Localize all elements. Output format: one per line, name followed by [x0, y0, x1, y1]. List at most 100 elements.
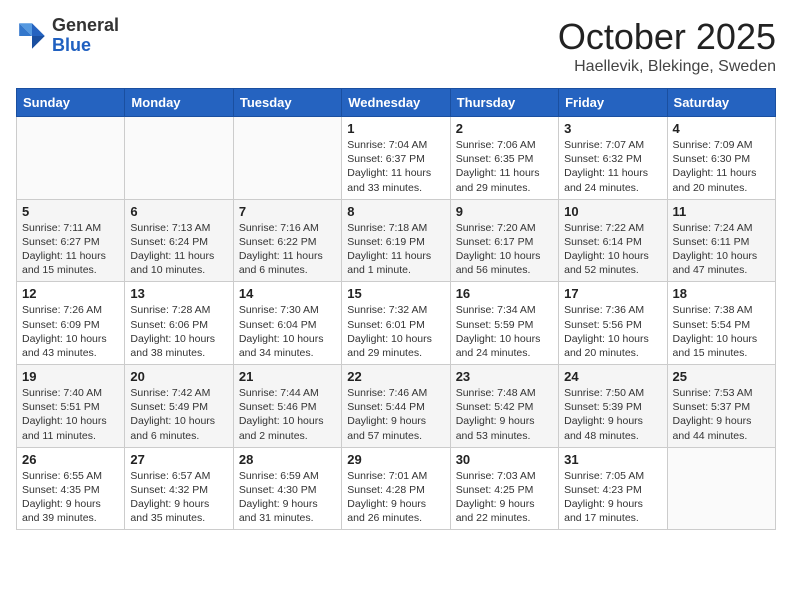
calendar-cell [17, 117, 125, 200]
cell-daylight-info: Sunrise: 7:06 AM Sunset: 6:35 PM Dayligh… [456, 138, 553, 195]
day-number: 31 [564, 452, 661, 467]
calendar-cell: 21Sunrise: 7:44 AM Sunset: 5:46 PM Dayli… [233, 365, 341, 448]
cell-daylight-info: Sunrise: 7:04 AM Sunset: 6:37 PM Dayligh… [347, 138, 444, 195]
day-number: 12 [22, 286, 119, 301]
cell-daylight-info: Sunrise: 7:13 AM Sunset: 6:24 PM Dayligh… [130, 221, 227, 278]
cell-daylight-info: Sunrise: 7:40 AM Sunset: 5:51 PM Dayligh… [22, 386, 119, 443]
calendar-cell: 3 Sunrise: 7:07 AM Sunset: 6:32 PM Daylig… [559, 117, 667, 200]
cell-daylight-info: Sunrise: 7:36 AM Sunset: 5:56 PM Dayligh… [564, 303, 661, 360]
day-number: 4 [673, 121, 770, 136]
day-number: 19 [22, 369, 119, 384]
cell-daylight-info: Sunrise: 7:03 AM Sunset: 4:25 PM Dayligh… [456, 469, 553, 526]
day-number: 25 [673, 369, 770, 384]
logo-blue-text: Blue [52, 36, 119, 56]
day-number: 15 [347, 286, 444, 301]
cell-daylight-info: Sunrise: 7:32 AM Sunset: 6:01 PM Dayligh… [347, 303, 444, 360]
calendar-cell: 28 Sunrise: 6:59 AM Sunset: 4:30 PM Dayli… [233, 447, 341, 530]
cell-daylight-info: Sunrise: 7:22 AM Sunset: 6:14 PM Dayligh… [564, 221, 661, 278]
cell-daylight-info: Sunrise: 7:53 AM Sunset: 5:37 PM Dayligh… [673, 386, 770, 443]
cell-daylight-info: Sunrise: 6:59 AM Sunset: 4:30 PM Dayligh… [239, 469, 336, 526]
cell-daylight-info: Sunrise: 7:11 AM Sunset: 6:27 PM Dayligh… [22, 221, 119, 278]
cell-daylight-info: Sunrise: 7:18 AM Sunset: 6:19 PM Dayligh… [347, 221, 444, 278]
calendar-week-row: 1 Sunrise: 7:04 AM Sunset: 6:37 PM Daylig… [17, 117, 776, 200]
calendar-week-row: 19 Sunrise: 7:40 AM Sunset: 5:51 PM Dayli… [17, 365, 776, 448]
cell-daylight-info: Sunrise: 7:05 AM Sunset: 4:23 PM Dayligh… [564, 469, 661, 526]
day-number: 18 [673, 286, 770, 301]
day-header-wednesday: Wednesday [342, 89, 450, 117]
cell-daylight-info: Sunrise: 7:07 AM Sunset: 6:32 PM Dayligh… [564, 138, 661, 195]
calendar-cell: 9 Sunrise: 7:20 AM Sunset: 6:17 PM Daylig… [450, 199, 558, 282]
cell-daylight-info: Sunrise: 7:30 AM Sunset: 6:04 PM Dayligh… [239, 303, 336, 360]
cell-daylight-info: Sunrise: 7:46 AM Sunset: 5:44 PM Dayligh… [347, 386, 444, 443]
day-number: 5 [22, 204, 119, 219]
calendar-cell: 26 Sunrise: 6:55 AM Sunset: 4:35 PM Dayli… [17, 447, 125, 530]
day-number: 1 [347, 121, 444, 136]
calendar-table: SundayMondayTuesdayWednesdayThursdayFrid… [16, 88, 776, 530]
logo-general: General [52, 16, 119, 36]
logo-icon [16, 20, 48, 52]
cell-daylight-info: Sunrise: 7:20 AM Sunset: 6:17 PM Dayligh… [456, 221, 553, 278]
cell-daylight-info: Sunrise: 6:55 AM Sunset: 4:35 PM Dayligh… [22, 469, 119, 526]
calendar-cell: 6 Sunrise: 7:13 AM Sunset: 6:24 PM Daylig… [125, 199, 233, 282]
calendar-cell: 27Sunrise: 6:57 AM Sunset: 4:32 PM Dayli… [125, 447, 233, 530]
day-number: 9 [456, 204, 553, 219]
calendar-cell: 18 Sunrise: 7:38 AM Sunset: 5:54 PM Dayli… [667, 282, 775, 365]
logo: General Blue [16, 16, 119, 56]
day-number: 13 [130, 286, 227, 301]
day-number: 28 [239, 452, 336, 467]
day-number: 20 [130, 369, 227, 384]
day-number: 24 [564, 369, 661, 384]
cell-daylight-info: Sunrise: 7:09 AM Sunset: 6:30 PM Dayligh… [673, 138, 770, 195]
day-number: 21 [239, 369, 336, 384]
day-number: 8 [347, 204, 444, 219]
calendar-week-row: 12 Sunrise: 7:26 AM Sunset: 6:09 PM Dayli… [17, 282, 776, 365]
days-header-row: SundayMondayTuesdayWednesdayThursdayFrid… [17, 89, 776, 117]
calendar-cell [667, 447, 775, 530]
day-number: 3 [564, 121, 661, 136]
day-header-monday: Monday [125, 89, 233, 117]
calendar-cell: 17 Sunrise: 7:36 AM Sunset: 5:56 PM Dayli… [559, 282, 667, 365]
cell-daylight-info: Sunrise: 7:34 AM Sunset: 5:59 PM Dayligh… [456, 303, 553, 360]
calendar-cell [125, 117, 233, 200]
day-number: 6 [130, 204, 227, 219]
cell-daylight-info: Sunrise: 7:26 AM Sunset: 6:09 PM Dayligh… [22, 303, 119, 360]
calendar-cell: 25 Sunrise: 7:53 AM Sunset: 5:37 PM Dayli… [667, 365, 775, 448]
cell-daylight-info: Sunrise: 7:50 AM Sunset: 5:39 PM Dayligh… [564, 386, 661, 443]
calendar-cell: 8 Sunrise: 7:18 AM Sunset: 6:19 PM Daylig… [342, 199, 450, 282]
cell-daylight-info: Sunrise: 7:01 AM Sunset: 4:28 PM Dayligh… [347, 469, 444, 526]
calendar-cell: 12 Sunrise: 7:26 AM Sunset: 6:09 PM Dayli… [17, 282, 125, 365]
calendar-cell: 7Sunrise: 7:16 AM Sunset: 6:22 PM Daylig… [233, 199, 341, 282]
day-number: 26 [22, 452, 119, 467]
day-number: 22 [347, 369, 444, 384]
calendar-cell: 29Sunrise: 7:01 AM Sunset: 4:28 PM Dayli… [342, 447, 450, 530]
cell-daylight-info: Sunrise: 6:57 AM Sunset: 4:32 PM Dayligh… [130, 469, 227, 526]
calendar-cell: 11Sunrise: 7:24 AM Sunset: 6:11 PM Dayli… [667, 199, 775, 282]
day-number: 10 [564, 204, 661, 219]
calendar-cell: 15 Sunrise: 7:32 AM Sunset: 6:01 PM Dayli… [342, 282, 450, 365]
calendar-cell: 1 Sunrise: 7:04 AM Sunset: 6:37 PM Daylig… [342, 117, 450, 200]
calendar-cell: 24 Sunrise: 7:50 AM Sunset: 5:39 PM Dayli… [559, 365, 667, 448]
calendar-cell: 2 Sunrise: 7:06 AM Sunset: 6:35 PM Daylig… [450, 117, 558, 200]
calendar-cell: 14 Sunrise: 7:30 AM Sunset: 6:04 PM Dayli… [233, 282, 341, 365]
day-number: 14 [239, 286, 336, 301]
day-number: 16 [456, 286, 553, 301]
day-header-saturday: Saturday [667, 89, 775, 117]
calendar-cell: 23 Sunrise: 7:48 AM Sunset: 5:42 PM Dayli… [450, 365, 558, 448]
cell-daylight-info: Sunrise: 7:42 AM Sunset: 5:49 PM Dayligh… [130, 386, 227, 443]
page-header: General Blue October 2025 Haellevik, Ble… [16, 16, 776, 76]
calendar-week-row: 26 Sunrise: 6:55 AM Sunset: 4:35 PM Dayli… [17, 447, 776, 530]
calendar-cell: 5 Sunrise: 7:11 AM Sunset: 6:27 PM Daylig… [17, 199, 125, 282]
logo-text: General Blue [52, 16, 119, 56]
cell-daylight-info: Sunrise: 7:24 AM Sunset: 6:11 PM Dayligh… [673, 221, 770, 278]
calendar-cell: 10 Sunrise: 7:22 AM Sunset: 6:14 PM Dayli… [559, 199, 667, 282]
calendar-cell [233, 117, 341, 200]
day-number: 17 [564, 286, 661, 301]
calendar-cell: 30 Sunrise: 7:03 AM Sunset: 4:25 PM Dayli… [450, 447, 558, 530]
calendar-cell: 16 Sunrise: 7:34 AM Sunset: 5:59 PM Dayli… [450, 282, 558, 365]
day-number: 2 [456, 121, 553, 136]
day-number: 23 [456, 369, 553, 384]
day-number: 30 [456, 452, 553, 467]
cell-daylight-info: Sunrise: 7:16 AM Sunset: 6:22 PM Dayligh… [239, 221, 336, 278]
cell-daylight-info: Sunrise: 7:48 AM Sunset: 5:42 PM Dayligh… [456, 386, 553, 443]
cell-daylight-info: Sunrise: 7:38 AM Sunset: 5:54 PM Dayligh… [673, 303, 770, 360]
